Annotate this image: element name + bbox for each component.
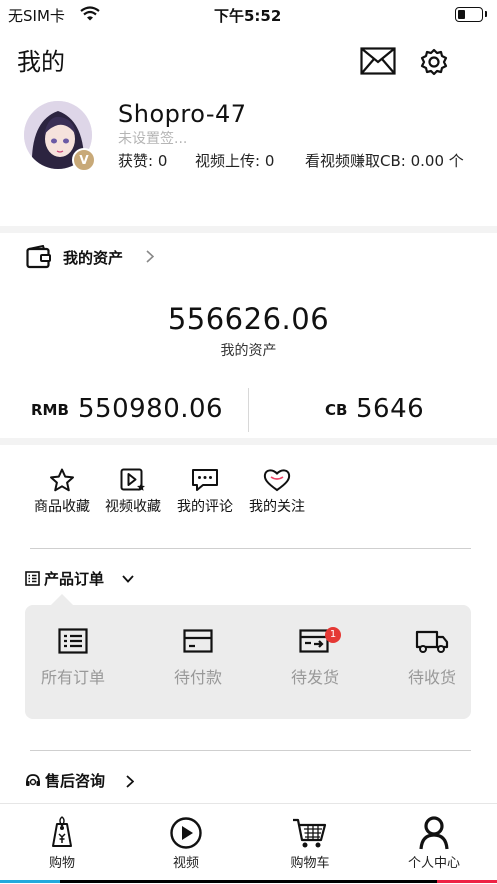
- shopping-tag-icon: [52, 816, 72, 847]
- after-sales-title: 售后咨询: [45, 772, 106, 790]
- order-label: 待收货: [407, 668, 456, 687]
- tab-label: 个人中心: [407, 856, 460, 871]
- tab-video[interactable]: 视频: [136, 816, 236, 871]
- divider: [0, 226, 497, 233]
- order-pending-payment[interactable]: 待付款: [148, 628, 248, 688]
- order-list-icon: [58, 628, 88, 654]
- cb-value: 5646: [356, 394, 425, 424]
- divider: [0, 438, 497, 445]
- quick-action-my-follows[interactable]: 我的关注: [241, 468, 313, 516]
- tab-label: 视频: [172, 856, 199, 871]
- tab-label: 购物: [48, 856, 75, 871]
- cart-icon: [293, 818, 327, 848]
- likes-count: 获赞: 0: [118, 152, 168, 170]
- order-label: 待发货: [290, 668, 339, 687]
- tab-shopping[interactable]: 购物: [12, 816, 112, 871]
- battery-icon: [455, 7, 487, 22]
- tab-bar: 购物 视频 购物车 个人中心: [0, 803, 497, 884]
- divider: [30, 548, 471, 549]
- play-icon: [170, 817, 202, 849]
- rmb-value: 550980.06: [78, 394, 224, 424]
- rmb-label: RMB: [31, 401, 69, 419]
- order-pending-receipt[interactable]: 待收货: [382, 628, 482, 688]
- assets-title: 我的资产: [63, 249, 124, 267]
- uploads-count: 视频上传: 0: [195, 152, 275, 170]
- wallet-icon: [26, 245, 51, 269]
- chevron-down-icon: [122, 575, 134, 583]
- total-assets-value: 556626.06: [167, 302, 330, 336]
- total-assets-caption: 我的资产: [220, 343, 277, 359]
- carrier-label: 无SIM卡: [8, 7, 65, 25]
- username: Shopro-47: [118, 100, 247, 128]
- comment-icon: [192, 469, 218, 491]
- order-label: 待付款: [173, 668, 222, 687]
- divider: [30, 750, 471, 751]
- headset-icon: [26, 774, 40, 786]
- order-all[interactable]: 所有订单: [23, 628, 123, 688]
- quick-action-label: 我的关注: [249, 499, 305, 515]
- gear-icon[interactable]: [420, 48, 448, 76]
- order-pending-shipment[interactable]: 待发货: [265, 628, 365, 688]
- video-favorite-icon: [120, 468, 145, 491]
- cb-earned: 看视频赚取CB: 0.00 个: [305, 152, 464, 170]
- quick-action-label: 商品收藏: [34, 499, 90, 515]
- wifi-icon: [80, 6, 100, 21]
- mail-icon[interactable]: [360, 47, 396, 75]
- cb-label: CB: [325, 401, 348, 419]
- tab-profile[interactable]: 个人中心: [384, 816, 484, 871]
- orders-title: 产品订单: [44, 570, 105, 588]
- page-title: 我的: [17, 48, 65, 76]
- quick-action-video-favorites[interactable]: 视频收藏: [97, 468, 169, 516]
- chevron-right-icon: [126, 775, 134, 788]
- star-icon: [50, 468, 74, 492]
- assets-divider: [248, 388, 249, 432]
- status-bar: 无SIM卡 下午5:52: [0, 0, 497, 30]
- status-time: 下午5:52: [214, 7, 282, 25]
- signature-placeholder[interactable]: 未设置签...: [118, 128, 187, 148]
- shipment-count-badge: 1: [325, 627, 341, 643]
- list-icon: [25, 571, 40, 586]
- tab-cart[interactable]: 购物车: [260, 816, 360, 871]
- quick-action-my-comments[interactable]: 我的评论: [169, 468, 241, 516]
- person-icon: [419, 816, 449, 850]
- vip-badge: V: [72, 148, 96, 172]
- orders-header[interactable]: 产品订单: [25, 568, 145, 592]
- panel-pointer: [51, 594, 73, 605]
- chevron-right-icon: [146, 250, 154, 263]
- assets-header[interactable]: 我的资产: [26, 244, 166, 270]
- quick-action-product-favorites[interactable]: 商品收藏: [26, 468, 98, 516]
- bottom-accent-bar: [0, 880, 497, 883]
- quick-action-label: 视频收藏: [105, 499, 161, 515]
- truck-icon: [415, 630, 449, 653]
- tab-label: 购物车: [290, 856, 330, 871]
- after-sales-header[interactable]: 售后咨询: [25, 770, 145, 794]
- order-label: 所有订单: [40, 668, 105, 687]
- heart-icon: [263, 469, 291, 492]
- quick-action-label: 我的评论: [177, 499, 233, 515]
- card-icon: [183, 629, 213, 653]
